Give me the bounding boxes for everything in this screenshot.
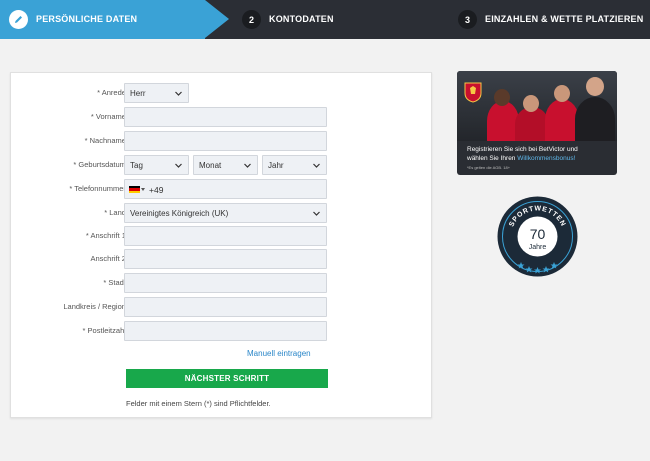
county-input[interactable] xyxy=(124,297,327,317)
address1-input[interactable] xyxy=(124,226,327,246)
promo-small-print: *Es gelten die AGB. 18+ xyxy=(467,165,511,170)
player-figure xyxy=(545,99,579,141)
players-image xyxy=(457,71,617,141)
first-name-input[interactable] xyxy=(124,107,327,127)
address2-row: Anschrift 2: xyxy=(11,249,433,270)
postcode-row: * Postleitzahl: xyxy=(11,321,433,342)
promo-text: Registrieren Sie sich bei BetVictor und … xyxy=(467,145,612,163)
step-2-label: KONTODATEN xyxy=(269,14,334,24)
birth-month-select[interactable]: Monat xyxy=(193,155,258,175)
player-figure xyxy=(515,107,549,141)
birth-day-value: Tag xyxy=(130,161,143,170)
next-step-button[interactable]: NÄCHSTER SCHRITT xyxy=(126,369,328,388)
chevron-down-icon xyxy=(175,163,182,168)
country-value: Vereinigtes Königreich (UK) xyxy=(130,209,229,218)
step-1-label: PERSÖNLICHE DATEN xyxy=(36,14,138,24)
birth-year-value: Jahr xyxy=(268,161,284,170)
postcode-input[interactable] xyxy=(124,321,327,341)
phone-row: * Telefonnummer: +49 xyxy=(11,179,433,200)
salutation-select[interactable]: Herr xyxy=(124,83,189,103)
promo-line-2: wählen Sie Ihren xyxy=(467,155,516,162)
progress-steps: PERSÖNLICHE DATEN 2 KONTODATEN 3 EINZAHL… xyxy=(0,0,650,39)
coach-figure xyxy=(575,97,615,141)
chevron-down-icon xyxy=(244,163,251,168)
step-3-label: EINZAHLEN & WETTE PLATZIEREN xyxy=(485,14,644,24)
last-name-row: * Nachname: xyxy=(11,131,433,152)
step-1-arrow xyxy=(205,0,229,38)
birth-month-value: Monat xyxy=(199,161,222,170)
phone-country-code: +49 xyxy=(149,185,164,195)
postcode-label: * Postleitzahl: xyxy=(82,326,128,335)
first-name-row: * Vorname: xyxy=(11,107,433,128)
promo-line-1: Registrieren Sie sich bei BetVictor und xyxy=(467,146,578,153)
city-input[interactable] xyxy=(124,273,327,293)
address2-input[interactable] xyxy=(124,249,327,269)
pencil-icon xyxy=(9,10,28,29)
last-name-input[interactable] xyxy=(124,131,327,151)
chevron-down-icon xyxy=(313,211,320,216)
promo-bonus-highlight: Willkommensbonus! xyxy=(517,155,576,162)
registration-form: * Anrede: Herr * Vorname: * Nachname: * … xyxy=(10,72,432,418)
address1-row: * Anschrift 1: xyxy=(11,226,433,247)
coach-head xyxy=(586,77,604,96)
seal-number: 70 xyxy=(530,226,546,242)
required-fields-note: Felder mit einem Stern (*) sind Pflichtf… xyxy=(126,399,271,408)
address1-label: * Anschrift 1: xyxy=(85,231,128,240)
step-2-number: 2 xyxy=(242,10,261,29)
city-row: * Stadt: xyxy=(11,273,433,294)
70-years-seal: SPORTWETTEN 70 Jahre xyxy=(497,196,578,277)
birth-year-select[interactable]: Jahr xyxy=(262,155,327,175)
caret-down-icon xyxy=(141,188,145,191)
birth-day-select[interactable]: Tag xyxy=(124,155,189,175)
promo-banner[interactable]: Registrieren Sie sich bei BetVictor und … xyxy=(457,71,617,175)
seal-word: Jahre xyxy=(529,244,547,251)
step-3-number: 3 xyxy=(458,10,477,29)
address2-label: Anschrift 2: xyxy=(90,254,128,263)
manual-entry-link[interactable]: Manuell eintragen xyxy=(247,349,311,358)
country-select[interactable]: Vereinigtes Königreich (UK) xyxy=(124,203,327,223)
last-name-label: * Nachname: xyxy=(84,136,128,145)
player-head xyxy=(554,85,570,102)
country-row: * Land: Vereinigtes Königreich (UK) xyxy=(11,203,433,224)
germany-flag-icon[interactable] xyxy=(129,186,140,193)
birthdate-label: * Geburtsdatum: xyxy=(73,160,128,169)
player-head xyxy=(494,89,510,106)
salutation-value: Herr xyxy=(130,89,146,98)
player-head xyxy=(523,95,539,112)
first-name-label: * Vorname: xyxy=(90,112,128,121)
salutation-row: * Anrede: Herr xyxy=(11,83,433,104)
chevron-down-icon xyxy=(175,91,182,96)
county-row: Landkreis / Region: xyxy=(11,297,433,318)
county-label: Landkreis / Region: xyxy=(63,302,128,311)
phone-label: * Telefonnummer: xyxy=(69,184,128,193)
birthdate-row: * Geburtsdatum: Tag Monat Jahr xyxy=(11,155,433,176)
chevron-down-icon xyxy=(313,163,320,168)
phone-input[interactable]: +49 xyxy=(124,179,327,199)
club-crest-icon xyxy=(464,82,482,103)
step-2-divider xyxy=(416,0,434,38)
